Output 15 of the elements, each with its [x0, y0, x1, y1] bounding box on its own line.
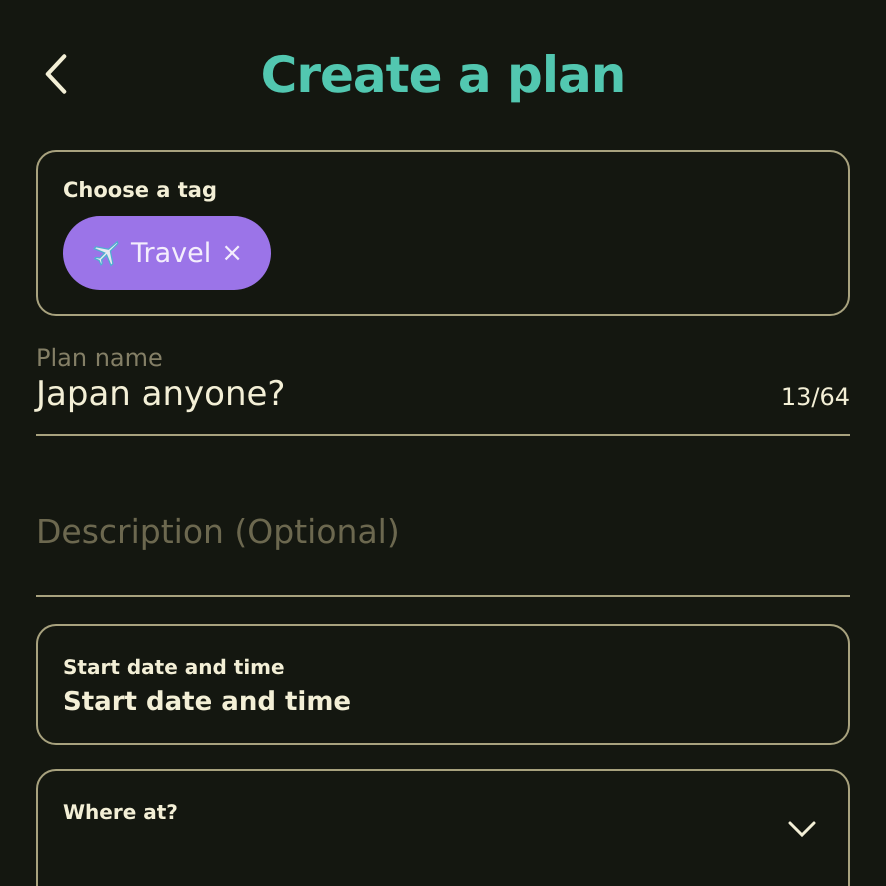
field-label: Where at?	[63, 800, 179, 824]
card-label: Choose a tag	[63, 178, 218, 202]
field-value: Japan anyone?	[36, 374, 286, 414]
description-field[interactable]: Description (Optional)	[36, 512, 850, 551]
date-time-field[interactable]: Start date and time Start date and time	[36, 624, 850, 745]
field-value: Start date and time	[63, 687, 352, 717]
chevron-down-icon[interactable]	[788, 821, 816, 837]
airplane-icon[interactable]	[91, 238, 121, 268]
character-counter: 13/64	[780, 383, 850, 411]
location-field[interactable]: Where at?	[36, 769, 850, 886]
field-label: Plan name	[36, 344, 164, 372]
field-label: Start date and time	[63, 655, 286, 679]
tag-label: Travel	[131, 238, 212, 268]
page-title: Create a plan	[260, 46, 626, 104]
plan-name-field[interactable]: Plan name Japan anyone? 13/64	[36, 316, 850, 436]
